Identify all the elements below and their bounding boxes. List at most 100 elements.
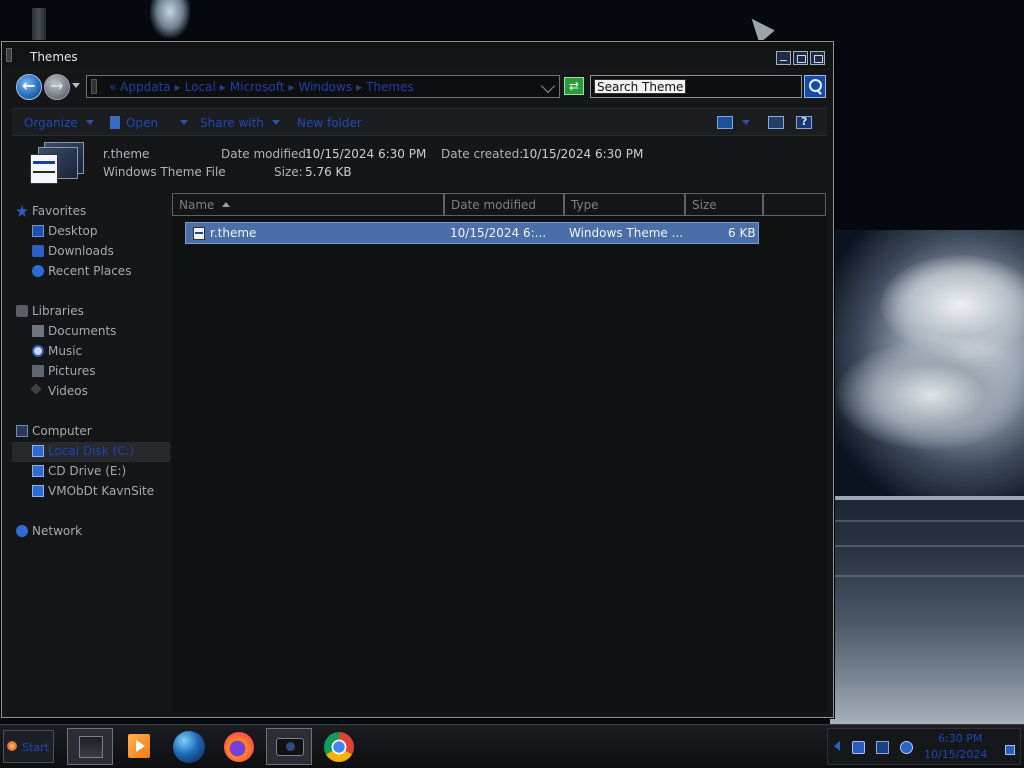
search-box[interactable] bbox=[590, 75, 802, 98]
nav-pictures[interactable]: Pictures bbox=[32, 364, 96, 378]
wallpaper-wave bbox=[830, 520, 1024, 522]
breadcrumb-separator-icon[interactable]: ▸ bbox=[356, 80, 362, 94]
start-button[interactable]: Start bbox=[3, 730, 54, 763]
chevron-down-icon bbox=[742, 120, 750, 125]
taskbar: Start 6:30 PM 10/15/2024 bbox=[0, 724, 1024, 768]
nav-network-share[interactable]: VMObDt KavnSite bbox=[32, 484, 154, 498]
open-label: Open bbox=[126, 116, 159, 130]
column-header-empty[interactable] bbox=[763, 193, 826, 216]
wallpaper-post bbox=[32, 8, 46, 40]
nav-label: CD Drive (E:) bbox=[48, 464, 127, 478]
downloads-icon bbox=[32, 245, 44, 257]
column-header-name[interactable]: Name bbox=[172, 193, 444, 216]
nav-label: Favorites bbox=[32, 204, 87, 218]
breadcrumb-microsoft[interactable]: Microsoft bbox=[230, 80, 285, 94]
maximize-button[interactable] bbox=[793, 51, 808, 65]
breadcrumb-separator-icon[interactable]: ▸ bbox=[175, 80, 181, 94]
nav-favorites[interactable]: Favorites bbox=[16, 204, 87, 218]
breadcrumb-separator-icon[interactable]: ▸ bbox=[288, 80, 294, 94]
taskbar-app-chrome[interactable] bbox=[316, 728, 362, 765]
nav-label: Libraries bbox=[32, 304, 84, 318]
share-with-button[interactable]: Share with bbox=[200, 116, 280, 130]
start-label: Start bbox=[22, 741, 49, 754]
clock-time[interactable]: 6:30 PM bbox=[938, 732, 982, 745]
minimize-button[interactable] bbox=[776, 51, 791, 65]
show-desktop-icon[interactable] bbox=[1005, 745, 1015, 755]
recent-pages-dropdown-icon[interactable] bbox=[72, 83, 80, 88]
forward-button[interactable] bbox=[44, 74, 70, 100]
file-size: 6 KB bbox=[728, 226, 756, 240]
nav-local-disk[interactable]: Local Disk (C:) bbox=[32, 444, 134, 458]
refresh-button[interactable]: ⇄ bbox=[564, 77, 584, 95]
desktop-icon bbox=[32, 225, 44, 237]
column-header-date-modified[interactable]: Date modified bbox=[444, 193, 564, 216]
breadcrumb-windows[interactable]: Windows bbox=[298, 80, 352, 94]
change-view-icon[interactable] bbox=[717, 116, 733, 129]
nav-documents[interactable]: Documents bbox=[32, 324, 116, 338]
volume-icon[interactable] bbox=[900, 741, 913, 754]
refresh-icon: ⇄ bbox=[568, 79, 580, 93]
command-bar: Organize Open Share with New folder bbox=[12, 108, 827, 136]
table-row[interactable]: r.theme 10/15/2024 6:... Windows Theme .… bbox=[185, 222, 759, 244]
clock-date[interactable]: 10/15/2024 bbox=[924, 748, 987, 761]
new-folder-label: New folder bbox=[297, 116, 362, 130]
new-folder-button[interactable]: New folder bbox=[297, 116, 362, 130]
views-dropdown[interactable] bbox=[742, 116, 750, 130]
star-icon bbox=[16, 205, 28, 217]
wallpaper-wave bbox=[830, 575, 1024, 577]
nav-desktop[interactable]: Desktop bbox=[32, 224, 98, 238]
address-dropdown-icon[interactable] bbox=[540, 78, 556, 94]
nav-computer[interactable]: Computer bbox=[16, 424, 92, 438]
taskbar-app-firefox[interactable] bbox=[216, 728, 262, 765]
organize-button[interactable]: Organize bbox=[24, 116, 94, 130]
taskbar-app-globe[interactable] bbox=[166, 728, 212, 765]
breadcrumb-themes[interactable]: Themes bbox=[366, 80, 414, 94]
search-input[interactable] bbox=[594, 79, 686, 94]
nav-label: Downloads bbox=[48, 244, 114, 258]
wallpaper-wave bbox=[830, 545, 1024, 547]
help-icon[interactable] bbox=[796, 115, 812, 129]
taskbar-app-explorer[interactable] bbox=[67, 728, 113, 765]
breadcrumb-local[interactable]: Local bbox=[185, 80, 216, 94]
nav-libraries[interactable]: Libraries bbox=[16, 304, 84, 318]
file-list: Name Date modified Type Size r.theme 10/… bbox=[172, 192, 827, 712]
search-icon[interactable] bbox=[804, 75, 826, 98]
nav-downloads[interactable]: Downloads bbox=[32, 244, 114, 258]
nav-recent-places[interactable]: Recent Places bbox=[32, 264, 131, 278]
nav-cd-drive[interactable]: CD Drive (E:) bbox=[32, 464, 127, 478]
nav-music[interactable]: Music bbox=[32, 344, 82, 358]
taskbar-app-camera[interactable] bbox=[266, 728, 312, 765]
wallpaper-splash bbox=[150, 0, 190, 38]
size-value: 5.76 KB bbox=[305, 165, 352, 179]
nav-label: Network bbox=[32, 524, 83, 538]
open-button[interactable]: Open bbox=[110, 116, 189, 130]
open-icon bbox=[110, 116, 120, 129]
column-label: Date modified bbox=[451, 198, 537, 212]
chevron-down-icon bbox=[271, 120, 280, 125]
date-created-label: Date created: bbox=[441, 147, 524, 161]
nav-label: Pictures bbox=[48, 364, 96, 378]
detail-file-name: r.theme bbox=[103, 147, 150, 161]
cd-drive-icon bbox=[32, 465, 44, 477]
media-player-icon bbox=[128, 734, 150, 758]
column-header-type[interactable]: Type bbox=[564, 193, 685, 216]
thumbnail-front bbox=[30, 154, 58, 184]
address-bar[interactable]: « Appdata ▸ Local ▸ Microsoft ▸ Windows ▸ Themes bbox=[86, 75, 560, 98]
nav-videos[interactable]: Videos bbox=[30, 383, 88, 398]
column-header-size[interactable]: Size bbox=[685, 193, 763, 216]
nav-label: Computer bbox=[32, 424, 92, 438]
display-icon[interactable] bbox=[876, 741, 889, 754]
breadcrumb: « Appdata ▸ Local ▸ Microsoft ▸ Windows ▸ Themes bbox=[109, 80, 414, 94]
breadcrumb-overflow[interactable]: « bbox=[109, 80, 116, 94]
breadcrumb-separator-icon[interactable]: ▸ bbox=[220, 80, 226, 94]
preview-pane-icon[interactable] bbox=[768, 116, 784, 129]
taskbar-app-media-player[interactable] bbox=[116, 728, 162, 765]
show-hidden-icons-icon[interactable] bbox=[834, 741, 840, 751]
breadcrumb-appdata[interactable]: Appdata bbox=[120, 80, 170, 94]
tray-app-icon[interactable] bbox=[852, 741, 865, 754]
back-button[interactable] bbox=[16, 74, 42, 100]
nav-network[interactable]: Network bbox=[16, 524, 83, 538]
theme-file-icon bbox=[193, 227, 205, 240]
close-button[interactable] bbox=[810, 51, 825, 65]
title-bar[interactable]: Themes bbox=[2, 42, 833, 68]
